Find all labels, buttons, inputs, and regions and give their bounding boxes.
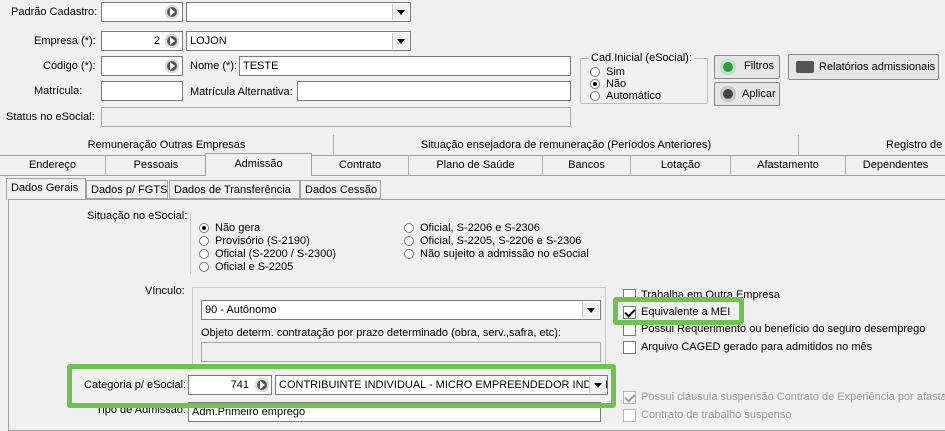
matricula-alt-label: Matrícula Alternativa: <box>190 86 293 98</box>
tab-label: Admissão <box>234 158 283 170</box>
cad-inicial-sim-label: Sim <box>606 66 625 78</box>
nome-label: Nome (*): <box>190 60 238 72</box>
filter-icon <box>720 59 736 75</box>
tab-label: Dependentes <box>862 159 929 171</box>
matricula-input[interactable] <box>101 81 183 101</box>
situacao-nao-gera-radio[interactable] <box>199 223 209 233</box>
highlight-equivalente-mei <box>613 297 744 325</box>
empresa-select[interactable]: LOJON <box>186 31 411 51</box>
cad-inicial-title: Cad.Inicial (eSocial): <box>589 52 694 64</box>
tab-label: Registro de <box>886 139 943 151</box>
tab-dependentes[interactable]: Dependentes <box>846 155 945 175</box>
subtab-label: Dados p/ FGTS <box>91 184 168 196</box>
tab-situacao-ensejadora[interactable]: Situação ensejadora de remuneração (Perí… <box>334 135 799 155</box>
subtab-label: Dados Gerais <box>11 182 79 194</box>
subtab-dados-transferencia[interactable]: Dados de Transferência <box>169 180 300 199</box>
printer-icon <box>796 61 814 73</box>
situacao-s2206-radio[interactable] <box>404 223 414 233</box>
subtab-label: Dados de Transferência <box>174 184 291 196</box>
situacao-nao-sujeito-radio[interactable] <box>404 249 414 259</box>
cad-inicial-nao-radio[interactable] <box>590 79 600 89</box>
tab-row-2: Endereço Pessoais Admissão Contrato Plan… <box>0 153 945 176</box>
tab-label: Contrato <box>338 159 382 171</box>
chevron-down-icon[interactable] <box>582 302 599 318</box>
tab-bancos[interactable]: Bancos <box>543 155 631 175</box>
situacao-label: Situação no eSocial: <box>87 210 188 222</box>
checkbox-label: Possui cláusula suspensão Contrato de Ex… <box>641 391 945 403</box>
cad-inicial-automatico-label: Automático <box>606 90 662 102</box>
tab-row-1: Remuneração Outras Empresas Situação ens… <box>0 135 945 156</box>
matricula-alt-input[interactable] <box>297 81 571 101</box>
apply-icon <box>720 86 736 102</box>
arquivo-caged-checkbox[interactable] <box>623 341 636 354</box>
nome-input[interactable]: TESTE <box>239 56 571 76</box>
situacao-option: Oficial, S-2206 e S-2306 <box>420 222 540 234</box>
situacao-oficial-s2205-radio[interactable] <box>199 262 209 272</box>
situacao-provisorio-radio[interactable] <box>199 236 209 246</box>
cad-inicial-sim-radio[interactable] <box>590 67 600 77</box>
checkbox-label: Contrato de trabalho suspenso <box>641 409 792 421</box>
aplicar-button[interactable]: Aplicar <box>714 82 780 106</box>
filtros-label: Filtros <box>744 60 774 72</box>
tab-lotacao[interactable]: Lotação <box>631 155 731 175</box>
situacao-option: Não sujeito a admissão no eSocial <box>420 248 589 260</box>
subtab-dados-cessao[interactable]: Dados Cessão <box>300 180 381 199</box>
padrao-cadastro-select[interactable] <box>186 2 411 22</box>
lookup-arrow-icon[interactable] <box>165 5 179 19</box>
tab-pessoais[interactable]: Pessoais <box>106 155 207 175</box>
vinculo-label: Vínculo: <box>145 285 185 297</box>
codigo-label: Código (*): <box>43 60 96 72</box>
tab-admissao[interactable]: Admissão <box>205 153 312 176</box>
situacao-s2205-s2206-radio[interactable] <box>404 236 414 246</box>
highlight-categoria <box>67 364 616 408</box>
cad-inicial-automatico-radio[interactable] <box>590 91 600 101</box>
matricula-label: Matrícula: <box>34 85 83 97</box>
chevron-down-icon[interactable] <box>392 4 409 20</box>
vinculo-value: 90 - Autônomo <box>205 304 277 316</box>
tab-contrato[interactable]: Contrato <box>312 155 409 175</box>
subtab-dados-fgts[interactable]: Dados p/ FGTS <box>86 180 168 199</box>
chevron-down-icon[interactable] <box>392 33 409 49</box>
situacao-option: Não gera <box>215 222 261 234</box>
tab-plano-de-saude[interactable]: Plano de Saúde <box>409 155 543 175</box>
situacao-oficial-radio[interactable] <box>199 249 209 259</box>
tab-label: Remuneração Outras Empresas <box>87 139 246 151</box>
lookup-arrow-icon[interactable] <box>165 34 179 48</box>
tab-afastamento[interactable]: Afastamento <box>731 155 846 175</box>
situacao-option: Oficial e S-2205 <box>215 261 294 273</box>
aplicar-label: Aplicar <box>742 88 776 100</box>
checkbox-label: Arquivo CAGED gerado para admitidos no m… <box>641 341 873 353</box>
relatorios-label: Relatórios admissionais <box>819 61 936 73</box>
tab-label: Pessoais <box>133 159 179 171</box>
cad-inicial-nao-label: Não <box>606 78 627 90</box>
subtab-label: Dados Cessão <box>305 184 378 196</box>
status-esocial-field <box>101 107 571 127</box>
objeto-label: Objeto determ. contratação por prazo det… <box>201 327 561 339</box>
tab-label: Situação ensejadora de remuneração (Perí… <box>420 139 712 151</box>
objeto-input[interactable] <box>201 342 601 362</box>
tab-label: Afastamento <box>757 159 819 171</box>
subtab-dados-gerais[interactable]: Dados Gerais <box>6 178 86 200</box>
tab-endereco[interactable]: Endereço <box>0 155 106 175</box>
situacao-option: Oficial (S-2200 / S-2300) <box>215 248 337 260</box>
padrao-cadastro-label: Padrão Cadastro: <box>11 6 98 18</box>
vinculo-select[interactable]: 90 - Autônomo <box>201 300 601 320</box>
empresa-label: Empresa (*): <box>34 35 96 47</box>
tab-label: Plano de Saúde <box>436 159 515 171</box>
tab-label: Lotação <box>660 159 701 171</box>
situacao-option: Oficial, S-2205, S-2206 e S-2306 <box>420 235 582 247</box>
tab-label: Endereço <box>28 159 77 171</box>
lookup-arrow-icon[interactable] <box>165 59 179 73</box>
filtros-button[interactable]: Filtros <box>714 55 780 79</box>
tab-remuneracao-outras-empresas[interactable]: Remuneração Outras Empresas <box>0 135 334 155</box>
relatorios-button[interactable]: Relatórios admissionais <box>788 54 939 80</box>
tab-registro[interactable]: Registro de <box>799 135 945 155</box>
tab-label: Bancos <box>568 159 605 171</box>
contrato-suspenso-checkbox <box>623 409 636 422</box>
situacao-option: Provisório (S-2190) <box>215 235 310 247</box>
empresa-name: LOJON <box>190 35 227 47</box>
clausula-suspensao-checkbox <box>623 391 636 404</box>
status-esocial-label: Status no eSocial: <box>6 111 95 123</box>
